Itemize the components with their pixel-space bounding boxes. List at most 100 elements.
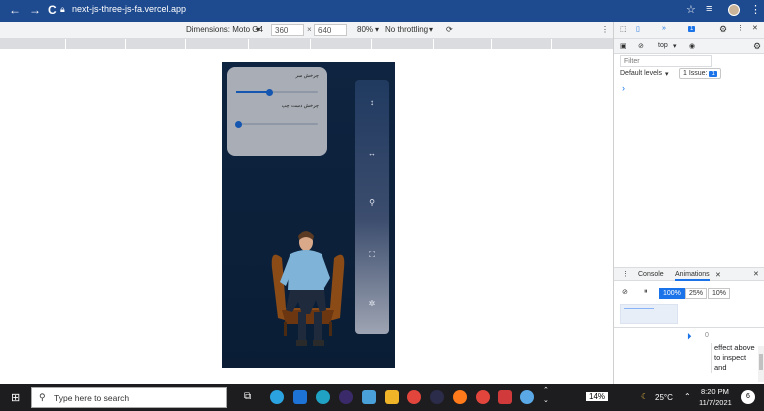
slider-left-hand-track[interactable] — [236, 123, 318, 125]
lock-icon: 🔒︎ — [60, 4, 65, 14]
forward-button[interactable]: → — [29, 3, 41, 17]
issues-button[interactable]: 1 Issue: 1 — [679, 68, 721, 79]
device-toolbar: Dimensions: Moto G4 ▾ 360 × 640 80% ▾ No… — [0, 22, 613, 39]
edge-icon[interactable] — [316, 390, 330, 404]
close-drawer-icon[interactable]: ✕ — [753, 270, 759, 278]
close-tab-icon[interactable]: ✕ — [715, 271, 721, 279]
more-tabs-icon[interactable]: » — [662, 25, 666, 32]
horizontal-arrows-icon[interactable]: ↔ — [355, 149, 389, 158]
chrome-icon[interactable] — [520, 390, 534, 404]
filter-input[interactable]: Filter — [620, 55, 712, 67]
file-explorer-icon[interactable] — [385, 390, 399, 404]
context-select[interactable]: top — [658, 42, 668, 49]
search-placeholder: Type here to search — [54, 393, 130, 403]
app-icon[interactable] — [362, 390, 376, 404]
console-settings-icon[interactable]: ⚙ — [753, 41, 761, 52]
slider-head-label: چرخش سر — [295, 73, 319, 79]
drawer-menu-icon[interactable]: ⋮ — [622, 270, 629, 278]
drawer-tabbar: ⋮ Console Animations ✕ ✕ — [614, 267, 764, 281]
clear-console-icon[interactable]: ⊘ — [638, 42, 644, 50]
avatar[interactable] — [728, 4, 740, 16]
firefox-icon[interactable] — [453, 390, 467, 404]
inspect-icon[interactable]: ⬚ — [620, 25, 627, 33]
clock-date[interactable]: 11/7/2021 — [699, 398, 732, 407]
animation-group-preview[interactable] — [620, 304, 678, 324]
speed-10[interactable]: 10% — [708, 288, 731, 299]
tab-animations[interactable]: Animations — [675, 271, 710, 281]
eye-icon[interactable]: ◉ — [689, 42, 695, 50]
height-field[interactable]: 640 — [314, 24, 347, 36]
chrome-icon[interactable] — [476, 390, 490, 404]
vertical-arrows-icon[interactable]: ↕ — [355, 98, 389, 107]
gear-icon[interactable]: ⚙ — [719, 24, 727, 35]
fullscreen-icon[interactable]: ⛶ — [355, 250, 389, 260]
controls-panel: چرخش سر چرخش دست چپ — [227, 67, 327, 156]
character-model[interactable] — [268, 228, 350, 364]
slider-head-thumb[interactable] — [265, 89, 273, 96]
pause-icon[interactable]: ⏸ — [644, 288, 648, 296]
chevron-down-icon[interactable]: ▾ — [429, 25, 433, 34]
app-icon[interactable] — [498, 390, 512, 404]
clock-time[interactable]: 8:20 PM — [701, 387, 729, 396]
search-icon[interactable]: ⚲ — [355, 198, 389, 207]
notifications-badge[interactable]: 6 — [741, 390, 755, 404]
chevron-up-icon[interactable]: ⌃ — [684, 392, 691, 401]
scrollbar[interactable] — [758, 346, 764, 382]
slider-head-fill — [236, 91, 269, 93]
search-icon: ⚲ — [39, 392, 46, 402]
throttling-select[interactable]: No throttling — [385, 25, 428, 34]
close-icon[interactable]: ✕ — [752, 24, 758, 32]
kebab-menu-icon[interactable]: ⋮ — [737, 24, 744, 32]
animations-help-text: effect above to inspect and — [711, 343, 759, 373]
windows-start-icon[interactable]: ⊞ — [11, 391, 20, 404]
chevron-up-icon[interactable]: ⌃ — [543, 386, 549, 394]
levels-select[interactable]: Default levels — [620, 70, 662, 77]
address-bar[interactable]: next-js-three-js-fa.vercel.app — [72, 4, 186, 14]
app-icon[interactable] — [430, 390, 444, 404]
side-toolbar: ↕ ↔ ⚲ ⛶ ✲ — [355, 80, 389, 334]
cpu-meter[interactable]: 14% — [586, 392, 609, 401]
chevron-down-icon[interactable]: ▾ — [665, 70, 669, 78]
timeline-zero: 0 — [705, 332, 709, 339]
temperature[interactable]: 25°C — [655, 393, 673, 402]
back-button[interactable]: ← — [9, 3, 21, 17]
mail-icon[interactable] — [293, 390, 307, 404]
console-toolbar: ▣ ⊘ top ▾ ◉ ⚙ — [614, 39, 764, 54]
sidebar-toggle-icon[interactable]: ▣ — [620, 42, 627, 50]
speed-100[interactable]: 100% — [659, 288, 685, 299]
issues-badge[interactable]: 1 — [688, 25, 696, 32]
settings-icon[interactable]: ✲ — [355, 299, 389, 308]
telegram-icon[interactable] — [270, 390, 284, 404]
task-view-icon[interactable]: ⧉ — [244, 391, 251, 402]
devtools-panel: ⬚ ▯ » 1 ⚙ ⋮ ✕ ▣ ⊘ top ▾ ◉ ⚙ Filter Defau… — [613, 22, 764, 384]
chevron-down-icon[interactable]: ⌄ — [543, 396, 549, 404]
reload-button[interactable]: C — [48, 3, 57, 17]
star-icon[interactable]: ☆ — [686, 3, 696, 16]
tab-console[interactable]: Console — [638, 271, 664, 278]
speed-25[interactable]: 25% — [685, 288, 708, 299]
zoom-select[interactable]: 80% — [357, 25, 373, 34]
width-field[interactable]: 360 — [271, 24, 304, 36]
dimensions-select[interactable]: Dimensions: Moto G4 — [186, 25, 263, 34]
slider-left-hand-thumb[interactable] — [235, 121, 242, 128]
windows-taskbar: ⊞ ⚲ Type here to search ⧉ ⌃ ⌄ 14% ☾ 25°C… — [0, 384, 764, 411]
browser-toolbar: ← → C 🔒︎ next-js-three-js-fa.vercel.app … — [0, 0, 764, 22]
obs-icon[interactable] — [339, 390, 353, 404]
slider-left-hand-label: چرخش دست چپ — [281, 103, 319, 109]
taskbar-search[interactable]: ⚲ Type here to search — [31, 387, 227, 408]
menu-icon[interactable]: ⋮ — [750, 3, 761, 16]
more-options-icon[interactable]: ⋮ — [601, 25, 609, 34]
chrome-icon[interactable] — [407, 390, 421, 404]
moon-icon: ☾ — [641, 392, 649, 401]
chevron-down-icon[interactable]: ▾ — [256, 25, 260, 34]
chevron-down-icon[interactable]: ▾ — [375, 25, 379, 34]
console-prompt[interactable]: › — [622, 83, 625, 93]
rotate-icon[interactable]: ⟳ — [446, 25, 453, 34]
media-query-bar[interactable] — [0, 39, 613, 49]
replay-icon[interactable]: ⏵ — [687, 331, 692, 342]
chevron-down-icon[interactable]: ▾ — [673, 42, 677, 50]
devtools-tabbar: ⬚ ▯ » 1 ⚙ ⋮ ✕ — [614, 22, 764, 39]
reading-list-icon[interactable]: ≡ — [706, 3, 712, 15]
clear-animations-icon[interactable]: ⊘ — [622, 288, 628, 296]
device-mode-icon[interactable]: ▯ — [636, 25, 640, 33]
